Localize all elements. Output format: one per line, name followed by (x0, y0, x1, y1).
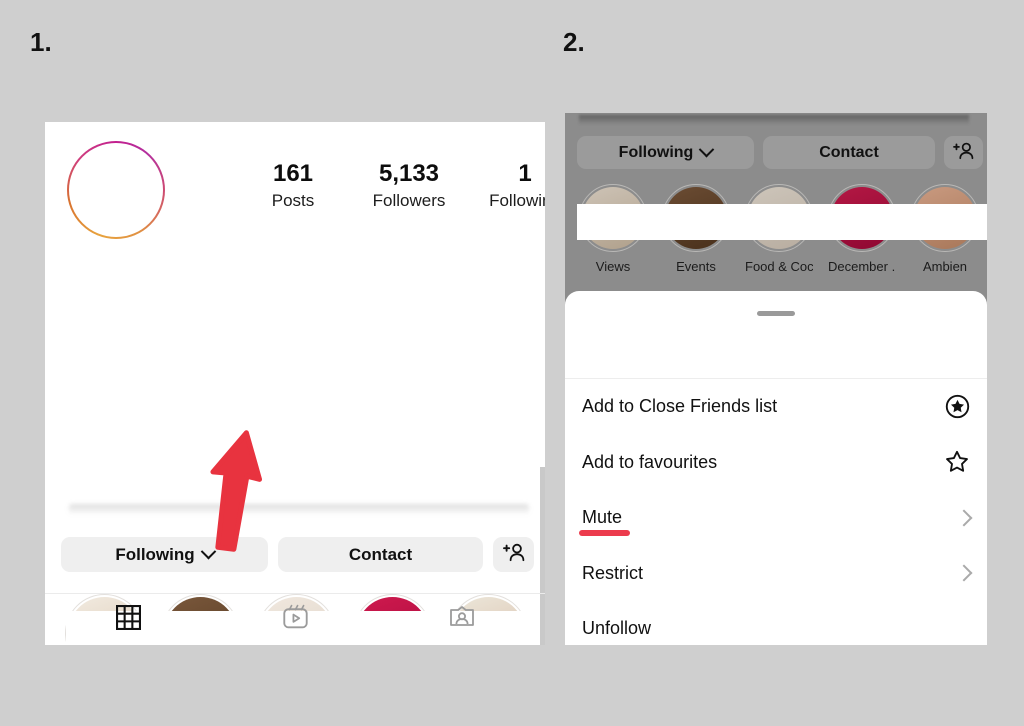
bottom-sheet: Add to Close Friends list Add to favouri… (565, 291, 987, 645)
stat-following[interactable]: 1 Following (467, 160, 545, 211)
profile-stats: 161 Posts 5,133 Followers 1 Following (235, 160, 545, 211)
options-menu: Add to Close Friends list Add to favouri… (565, 379, 987, 645)
stat-posts[interactable]: 161 Posts (235, 160, 351, 211)
menu-item-label: Unfollow (582, 618, 652, 639)
highlight-label: December ... (828, 259, 896, 274)
menu-item-mute[interactable]: Mute (565, 490, 987, 546)
highlight-label: Food & Cock... (745, 259, 813, 274)
stat-posts-value: 161 (272, 160, 314, 187)
screenshot-panel-1: 161 Posts 5,133 Followers 1 Following Fo… (45, 122, 545, 645)
star-outline-icon (944, 449, 970, 475)
step-label-1: 1. (30, 27, 52, 57)
add-person-button[interactable] (493, 537, 534, 572)
stat-followers[interactable]: 5,133 Followers (351, 160, 467, 211)
grid-icon (115, 604, 141, 635)
menu-item-favourites[interactable]: Add to favourites (565, 435, 987, 491)
redaction-bar (577, 204, 987, 240)
tab-grid[interactable] (45, 604, 212, 635)
menu-item-label: Mute (582, 507, 623, 528)
mute-highlight-underline (579, 530, 630, 536)
highlight-label: Ambien (922, 259, 968, 274)
contact-button[interactable]: Contact (278, 537, 483, 572)
stat-following-value: 1 (518, 160, 532, 187)
following-button-label: Following (618, 143, 694, 161)
screenshot-panel-2: Following Contact Views Events Food & Co… (565, 113, 987, 645)
menu-item-label: Add to favourites (582, 451, 718, 472)
profile-avatar[interactable] (67, 141, 165, 239)
stat-posts-label: Posts (271, 190, 315, 210)
profile-tab-bar (45, 593, 545, 645)
add-person-button[interactable] (944, 136, 983, 169)
menu-item-label: Add to Close Friends list (582, 396, 778, 417)
profile-action-buttons: Following Contact (577, 136, 983, 169)
menu-item-close-friends[interactable]: Add to Close Friends list (565, 379, 987, 435)
chevron-down-icon (200, 543, 216, 560)
add-person-icon (953, 141, 974, 165)
close-friends-star-circle-icon (945, 394, 970, 419)
tab-tagged[interactable] (378, 604, 545, 635)
contact-button[interactable]: Contact (763, 136, 935, 169)
highlight-label: Views (595, 259, 631, 274)
stat-followers-value: 5,133 (378, 160, 440, 187)
following-button-label: Following (115, 544, 195, 564)
reels-icon (282, 604, 309, 636)
stat-following-label: Following (489, 190, 545, 210)
menu-item-unfollow[interactable]: Unfollow (565, 601, 987, 645)
step-label-2: 2. (563, 27, 585, 57)
tagged-icon (449, 604, 475, 635)
drag-handle-icon[interactable] (757, 311, 795, 316)
profile-header: 161 Posts 5,133 Followers 1 Following (45, 122, 545, 272)
tab-reels[interactable] (212, 604, 379, 636)
stat-followers-label: Followers (372, 190, 446, 210)
chevron-right-icon (955, 509, 973, 527)
menu-item-restrict[interactable]: Restrict (565, 546, 987, 602)
chevron-right-icon (955, 564, 973, 582)
profile-action-buttons: Following Contact (61, 537, 534, 572)
avatar-image (69, 143, 163, 237)
following-button[interactable]: Following (61, 537, 268, 572)
bio-text-cutoff (579, 115, 969, 125)
tutorial-canvas: 1. 2. 161 Posts 5,133 Followers 1 Follow… (0, 0, 1024, 726)
chevron-down-icon (699, 141, 715, 158)
following-button[interactable]: Following (577, 136, 754, 169)
highlight-label: Events (676, 259, 716, 274)
menu-item-label: Restrict (582, 562, 644, 583)
add-person-icon (502, 542, 525, 567)
bio-text-cutoff (69, 504, 529, 515)
